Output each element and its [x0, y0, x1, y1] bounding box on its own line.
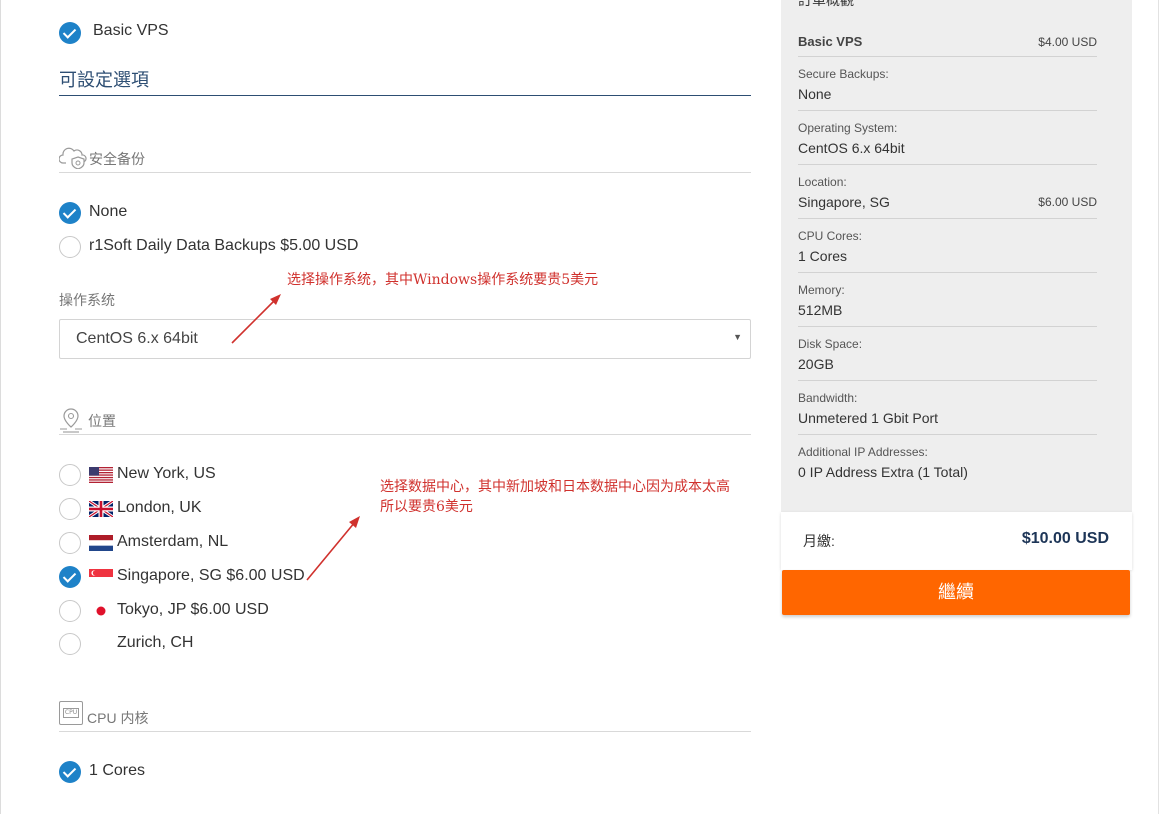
location-radio-amsterdam[interactable]: [59, 532, 81, 554]
os-label: 操作系统: [59, 292, 115, 308]
summary-row: Memory: 512MB: [798, 273, 1097, 327]
os-select[interactable]: CentOS 6.x 64bit ▼: [59, 319, 751, 359]
product-name: Basic VPS: [93, 22, 169, 39]
backup-option-radio[interactable]: [59, 202, 81, 224]
cpu-icon: CPU: [59, 701, 83, 725]
summary-label: Location:: [798, 175, 847, 189]
uk-flag-icon: [89, 501, 113, 517]
order-summary-panel: 訂單概觀 Basic VPS $4.00 USD Secure Backups:…: [781, 0, 1132, 512]
annotation-arrow-icon: [231, 294, 281, 344]
summary-label: Memory:: [798, 283, 845, 297]
summary-row: Disk Space: 20GB: [798, 327, 1097, 381]
configurable-options-title: 可設定選項: [59, 70, 149, 90]
location-label: Singapore, SG $6.00 USD: [117, 567, 305, 584]
location-section-title: 位置: [88, 413, 116, 429]
location-radio-london[interactable]: [59, 498, 81, 520]
summary-label: Bandwidth:: [798, 391, 858, 405]
summary-label: Disk Space:: [798, 337, 863, 351]
annotation-arrow-icon: [306, 516, 360, 581]
location-radio-zurich[interactable]: [59, 633, 81, 655]
backup-section-header: 安全备份: [59, 143, 751, 173]
summary-row: Location: Singapore, SG $6.00 USD: [798, 165, 1097, 219]
summary-label: Additional IP Addresses:: [798, 445, 928, 459]
backup-section-title: 安全备份: [89, 151, 145, 167]
product-checkbox[interactable]: [59, 22, 81, 44]
location-annotation-line2: 所以要贵6美元: [380, 499, 473, 515]
summary-row: Secure Backups: None: [798, 57, 1097, 111]
monthly-total-box: 月繳: $10.00 USD: [781, 512, 1132, 570]
location-label: Amsterdam, NL: [117, 533, 229, 550]
summary-value: 512MB: [798, 302, 843, 318]
summary-row: Basic VPS $4.00 USD: [798, 30, 1097, 57]
summary-row: Bandwidth: Unmetered 1 Gbit Port: [798, 381, 1097, 435]
summary-value: Unmetered 1 Gbit Port: [798, 410, 939, 426]
summary-row: Additional IP Addresses: 0 IP Address Ex…: [798, 435, 1097, 489]
cpu-icon-text: CPU: [63, 708, 79, 718]
summary-price: $4.00 USD: [1038, 35, 1097, 49]
location-radio-new-york[interactable]: [59, 464, 81, 486]
location-annotation-line1: 选择数据中心，其中新加坡和日本数据中心因为成本太高: [380, 479, 730, 495]
location-radio-tokyo[interactable]: [59, 600, 81, 622]
location-radio-singapore[interactable]: [59, 566, 81, 588]
total-label: 月繳:: [803, 533, 835, 549]
summary-value: CentOS 6.x 64bit: [798, 140, 905, 156]
summary-value: 0 IP Address Extra (1 Total): [798, 464, 968, 480]
backup-option-label: r1Soft Daily Data Backups $5.00 USD: [89, 237, 359, 254]
summary-value: 20GB: [798, 356, 834, 372]
summary-row: CPU Cores: 1 Cores: [798, 219, 1097, 273]
summary-price: $6.00 USD: [1038, 195, 1097, 209]
os-select-value: CentOS 6.x 64bit: [76, 330, 198, 347]
summary-value: Singapore, SG: [798, 194, 890, 210]
cpu-option-label: 1 Cores: [89, 762, 146, 779]
os-annotation: 选择操作系统，其中Windows操作系统要贵5美元: [287, 272, 599, 288]
cloud-shield-icon: [59, 147, 87, 169]
summary-product: Basic VPS: [798, 34, 863, 49]
backup-option-label: None: [89, 203, 128, 220]
chevron-down-icon: ▼: [733, 332, 742, 342]
location-section-header: 位置: [59, 405, 751, 435]
map-pin-icon: [60, 408, 82, 433]
total-value: $10.00 USD: [1021, 530, 1109, 547]
backup-option-radio[interactable]: [59, 236, 81, 258]
summary-label: Operating System:: [798, 121, 898, 135]
cpu-section-title: CPU 内核: [87, 710, 149, 726]
summary-label: CPU Cores:: [798, 229, 863, 243]
summary-value: 1 Cores: [798, 248, 848, 264]
page-border: [1158, 0, 1159, 814]
location-label: New York, US: [117, 465, 216, 482]
configurable-options-heading: 可設定選項: [59, 64, 751, 96]
location-label: London, UK: [117, 499, 202, 516]
continue-button[interactable]: 繼續: [782, 570, 1130, 615]
location-label: Tokyo, JP $6.00 USD: [117, 601, 269, 618]
summary-label: Secure Backups:: [798, 67, 889, 81]
summary-row: Operating System: CentOS 6.x 64bit: [798, 111, 1097, 165]
page-border: [0, 0, 1, 814]
jp-flag-icon: [89, 603, 113, 619]
cpu-section-header: CPU CPU 内核: [59, 701, 751, 732]
summary-value: None: [798, 86, 832, 102]
summary-title: 訂單概觀: [798, 0, 854, 8]
cpu-option-radio[interactable]: [59, 761, 81, 783]
sg-flag-icon: [89, 569, 113, 585]
us-flag-icon: [89, 467, 113, 483]
location-label: Zurich, CH: [117, 634, 194, 651]
nl-flag-icon: [89, 535, 113, 551]
